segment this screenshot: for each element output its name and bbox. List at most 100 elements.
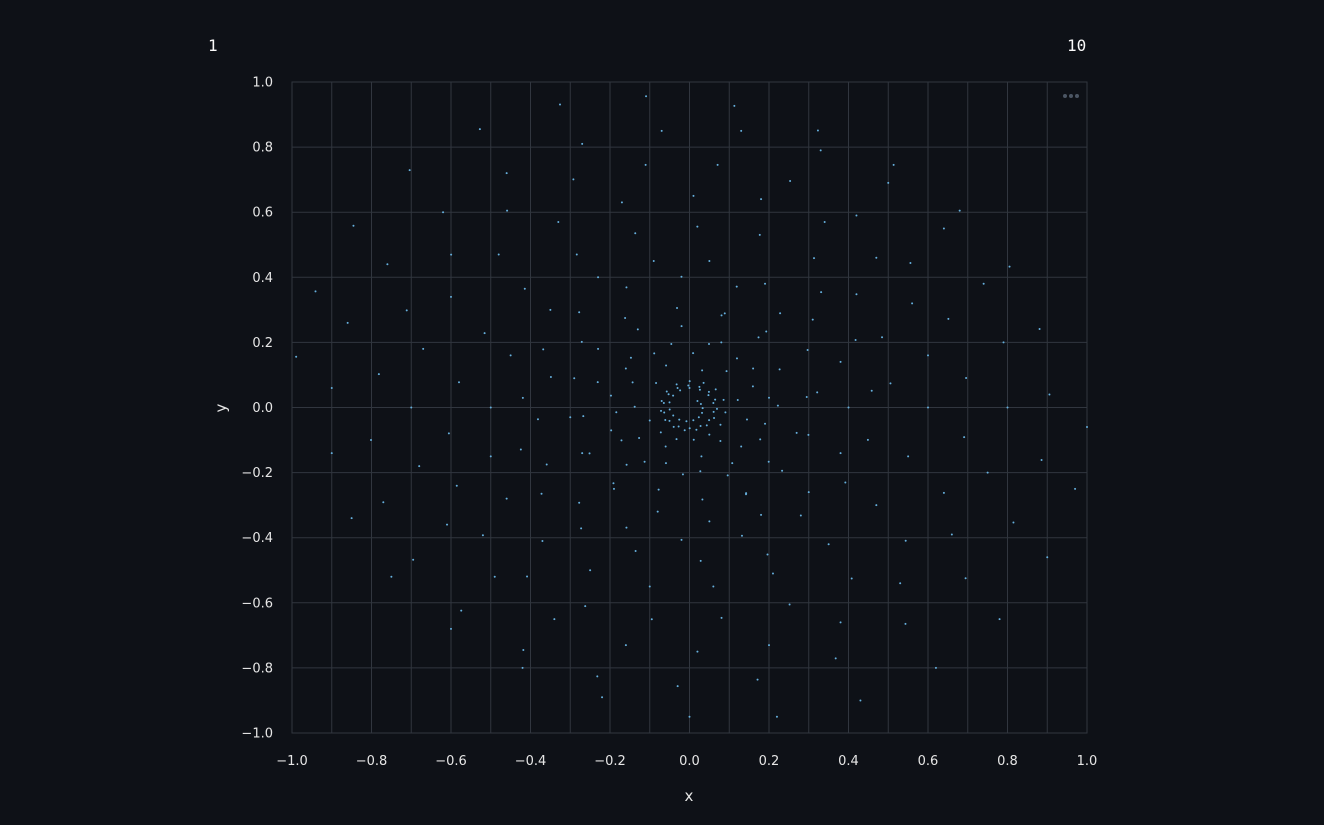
data-point (660, 409, 663, 412)
data-point (720, 314, 723, 317)
y-tick-label: −0.8 (241, 661, 273, 676)
data-point (733, 104, 736, 107)
y-tick-label: 0.6 (252, 206, 273, 221)
data-point (620, 439, 623, 442)
data-point (720, 341, 723, 344)
y-tick-label: 0.2 (252, 336, 273, 351)
data-point (807, 433, 810, 436)
data-point (998, 618, 1001, 621)
data-point (620, 201, 623, 204)
y-tick-labels: 1.0 0.8 0.6 0.4 0.2 0.0 −0.2 −0.4 −0.6 −0.8 −1.0 (241, 76, 273, 742)
data-point (582, 415, 585, 418)
data-point (390, 575, 393, 578)
data-point (795, 431, 798, 434)
data-point (726, 474, 729, 477)
data-point (653, 352, 656, 355)
data-point (766, 553, 769, 556)
data-point (963, 436, 966, 439)
data-point (422, 347, 425, 350)
data-point (720, 616, 723, 619)
data-point (638, 437, 641, 440)
data-point (442, 211, 445, 214)
data-point (708, 343, 711, 346)
data-point (597, 276, 600, 279)
data-point (839, 360, 842, 363)
data-point (692, 419, 695, 422)
spiral-scatter-chart: −1.0 −0.8 −0.6 −0.4 −0.2 0.0 0.2 0.4 0.6 0.8 1.0 1… (212, 76, 1097, 806)
data-point (909, 261, 912, 264)
data-point (572, 178, 575, 181)
data-point (707, 394, 710, 397)
data-point (542, 348, 545, 351)
y-tick-label: −0.4 (241, 531, 273, 546)
data-point (648, 419, 651, 422)
data-point (736, 398, 739, 401)
data-point (907, 455, 910, 458)
data-point (699, 402, 702, 405)
data-point (839, 621, 842, 624)
data-point (655, 381, 658, 384)
data-point (455, 484, 458, 487)
data-point (656, 510, 659, 513)
data-point (859, 699, 862, 702)
data-point (505, 497, 508, 500)
data-point (458, 381, 461, 384)
data-point (725, 370, 728, 373)
data-point (699, 470, 702, 473)
data-point (847, 406, 850, 409)
data-point (855, 214, 858, 217)
data-point (698, 385, 701, 388)
data-point (688, 386, 691, 389)
data-point (1038, 327, 1041, 330)
data-point (715, 407, 718, 410)
data-point (986, 471, 989, 474)
data-point (850, 577, 853, 580)
data-point (685, 420, 688, 423)
data-point (765, 330, 768, 333)
x-tick-label: −0.8 (356, 754, 388, 769)
data-point (683, 429, 686, 432)
data-point (681, 473, 684, 476)
data-point (740, 445, 743, 448)
data-point (625, 286, 628, 289)
data-point (820, 291, 823, 294)
data-point (776, 404, 779, 407)
data-point (707, 390, 710, 393)
data-point (740, 534, 743, 537)
data-point (870, 389, 873, 392)
data-point (352, 224, 355, 227)
data-point (680, 538, 683, 541)
data-point (696, 650, 699, 653)
data-point (625, 463, 628, 466)
data-point (667, 393, 670, 396)
data-point (701, 369, 704, 372)
data-point (330, 452, 333, 455)
data-point (578, 311, 581, 314)
data-point (680, 325, 683, 328)
data-point (634, 549, 637, 552)
data-point (696, 399, 699, 402)
data-point (758, 233, 761, 236)
chart-menu-icon[interactable] (1063, 94, 1079, 98)
data-point (584, 605, 587, 608)
data-point (624, 316, 627, 319)
data-point (662, 401, 665, 404)
x-tick-label: 0.0 (679, 754, 700, 769)
data-point (701, 498, 704, 501)
data-point (412, 558, 415, 561)
data-point (712, 410, 715, 413)
data-point (1048, 393, 1051, 396)
data-point (330, 386, 333, 389)
data-point (665, 364, 668, 367)
data-point (519, 448, 522, 451)
data-point (589, 569, 592, 572)
data-point (580, 527, 583, 530)
data-point (904, 539, 907, 542)
data-point (588, 452, 591, 455)
data-point (805, 395, 808, 398)
data-point (942, 227, 945, 230)
data-point (816, 391, 819, 394)
data-point (521, 396, 524, 399)
y-tick-label: 0.4 (252, 271, 273, 286)
data-point (942, 491, 945, 494)
